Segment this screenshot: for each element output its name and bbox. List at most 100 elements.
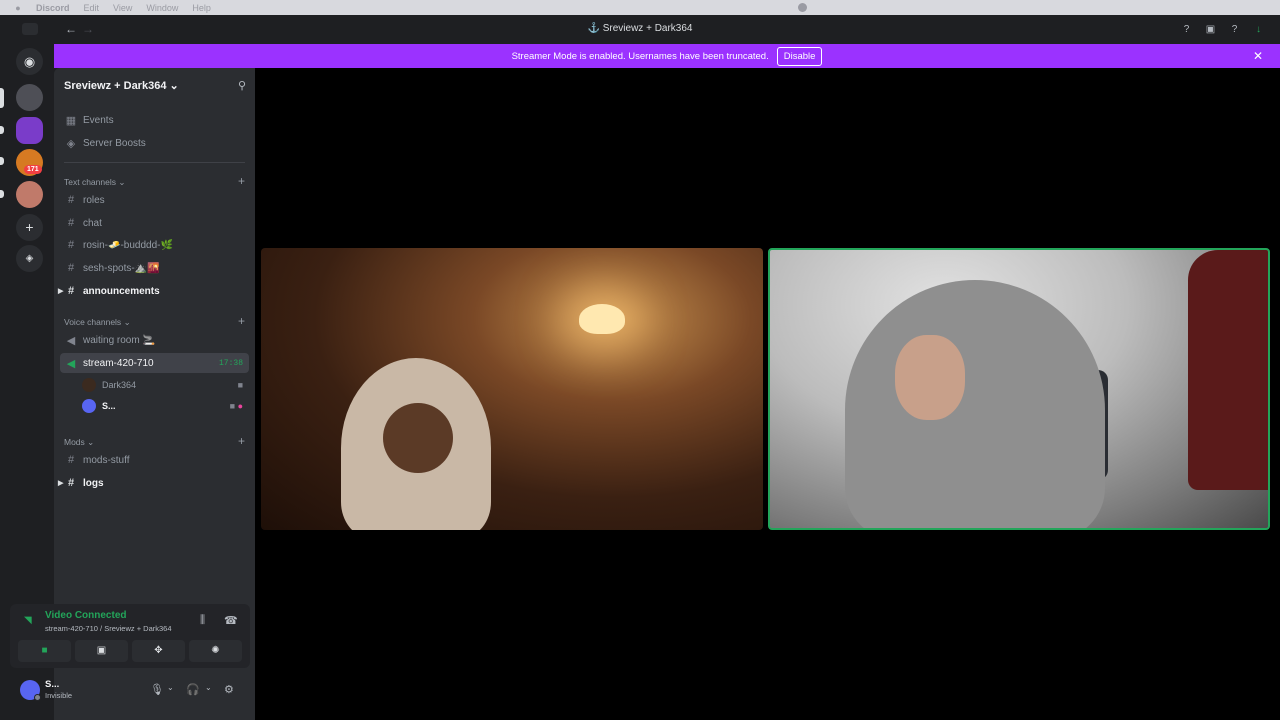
- unread-pill: [0, 126, 4, 134]
- video-frame-jacket: [1188, 250, 1268, 490]
- explore-compass-icon[interactable]: ◈: [16, 245, 43, 272]
- calendar-icon: ▦: [65, 114, 77, 127]
- add-server-icon[interactable]: +: [16, 214, 43, 241]
- category-mods[interactable]: Mods ⌄ +: [64, 435, 245, 448]
- chevron-down-icon: ⌄: [123, 317, 131, 327]
- add-member-icon[interactable]: ⚲: [238, 79, 246, 92]
- camera-icon: ■: [237, 380, 243, 390]
- camera-icon: ■ ●: [229, 401, 243, 411]
- chevron-down-icon[interactable]: ⌄: [205, 683, 212, 692]
- user-status: Invisible: [45, 691, 73, 700]
- add-channel-icon[interactable]: +: [238, 315, 245, 328]
- channel-mods-stuff[interactable]: # mods-stuff: [60, 450, 249, 470]
- caret-right-icon: ▶: [58, 288, 64, 295]
- streamer-mode-banner: Streamer Mode is enabled. Usernames have…: [54, 44, 1280, 68]
- hash-icon: #: [67, 477, 75, 489]
- category-text-channels[interactable]: Text channels ⌄ +: [64, 175, 245, 188]
- sidebar-item-server-boosts[interactable]: ◈ Server Boosts: [60, 133, 249, 153]
- server-title-icon: ⚓: [587, 23, 603, 34]
- selected-server-pill: [0, 88, 4, 108]
- camera-indicator-icon: [798, 3, 807, 12]
- voice-channel-stream[interactable]: ◀ stream-420-710 17:38: [60, 353, 249, 373]
- unread-pill: [0, 157, 4, 165]
- screen-share-button[interactable]: ▣: [75, 640, 128, 662]
- mention-badge: 171: [24, 165, 42, 174]
- add-channel-icon[interactable]: +: [238, 435, 245, 448]
- hash-icon: #: [67, 194, 75, 206]
- disable-button[interactable]: Disable: [776, 46, 823, 66]
- menu-help[interactable]: Help: [192, 3, 211, 13]
- voice-user-self[interactable]: S... ■ ●: [82, 396, 249, 416]
- channel-announcements[interactable]: ▶ # announcements: [58, 281, 249, 301]
- voice-user-dark364[interactable]: Dark364 ■: [82, 375, 249, 395]
- avatar: [82, 399, 96, 413]
- voice-channel-waiting-room[interactable]: ◀ waiting room 🚬: [60, 330, 249, 350]
- discord-home-icon[interactable]: ◉: [16, 48, 43, 75]
- sidebar-item-events[interactable]: ▦ Events: [60, 110, 249, 130]
- server-header[interactable]: Sreviewz + Dark364 ⌄: [64, 79, 179, 92]
- hash-icon: #: [67, 454, 75, 466]
- help-circle-icon[interactable]: ?: [1180, 23, 1193, 36]
- signal-icon[interactable]: ◥: [24, 615, 32, 626]
- speaker-icon: ◀: [66, 357, 76, 370]
- chevron-down-icon: ⌄: [118, 177, 126, 187]
- apple-icon[interactable]: ●: [12, 3, 24, 13]
- video-frame-lamp: [579, 304, 625, 334]
- call-timer: 17:38: [218, 358, 243, 368]
- menu-app[interactable]: Discord: [36, 3, 70, 13]
- caret-right-icon: ▶: [58, 480, 64, 487]
- disconnect-icon[interactable]: ☎: [224, 614, 238, 627]
- chevron-down-icon: ⌄: [87, 437, 95, 447]
- channel-rosin[interactable]: # rosin-🧈-budddd-🌿: [60, 235, 249, 255]
- help-icon[interactable]: ?: [1228, 23, 1241, 36]
- inbox-icon[interactable]: ▣: [1204, 23, 1217, 36]
- channel-sesh-spots[interactable]: # sesh-spots-⛰️🌇: [60, 258, 249, 278]
- voice-connection-panel: ◥ Video Connected stream-420-710 / Srevi…: [10, 604, 250, 668]
- connection-channel[interactable]: stream-420-710 / Sreviewz + Dark364: [45, 624, 172, 633]
- macos-menubar: ● Discord Edit View Window Help: [0, 0, 1280, 15]
- close-icon[interactable]: ✕: [1253, 49, 1263, 63]
- server-icon-leaf[interactable]: [16, 117, 43, 144]
- banner-text: Streamer Mode is enabled. Usernames have…: [511, 50, 769, 62]
- noise-suppression-icon[interactable]: ⫼: [200, 614, 205, 627]
- chevron-down-icon[interactable]: ⌄: [167, 683, 174, 692]
- connection-status[interactable]: Video Connected: [45, 610, 127, 621]
- activities-button[interactable]: ✥: [132, 640, 185, 662]
- channel-chat[interactable]: # chat: [60, 213, 249, 233]
- chevron-down-icon: ⌄: [169, 80, 179, 92]
- menu-window[interactable]: Window: [146, 3, 178, 13]
- add-channel-icon[interactable]: +: [238, 175, 245, 188]
- status-dot: [34, 694, 41, 701]
- download-icon[interactable]: ↓: [1252, 23, 1265, 36]
- channel-roles[interactable]: # roles: [60, 190, 249, 210]
- menu-edit[interactable]: Edit: [84, 3, 100, 13]
- video-tile-dark364[interactable]: [261, 248, 763, 530]
- headphones-icon[interactable]: 🎧: [186, 683, 200, 696]
- hash-icon: #: [67, 262, 75, 274]
- menu-view[interactable]: View: [113, 3, 132, 13]
- avatar: [82, 378, 96, 392]
- microphone-icon[interactable]: 🎙: [150, 683, 164, 696]
- hash-icon: #: [67, 285, 75, 297]
- settings-gear-icon[interactable]: ⚙: [224, 683, 234, 696]
- hash-icon: #: [67, 239, 75, 251]
- username[interactable]: S...: [45, 679, 59, 690]
- camera-button[interactable]: ■: [18, 640, 71, 662]
- video-frame-face: [895, 335, 965, 420]
- soundboard-button[interactable]: ✺: [189, 640, 242, 662]
- channel-logs[interactable]: ▶ # logs: [58, 473, 249, 493]
- divider: [64, 162, 245, 163]
- category-voice-channels[interactable]: Voice channels ⌄ +: [64, 315, 245, 328]
- unread-pill: [0, 190, 4, 198]
- video-tile-self[interactable]: [768, 248, 1270, 530]
- server-icon-avatar[interactable]: [16, 181, 43, 208]
- server-icon-sreviewz[interactable]: [16, 84, 43, 111]
- user-panel: S... Invisible 🎙 ⌄ 🎧 ⌄ ⚙: [10, 674, 250, 706]
- video-frame-face: [383, 403, 453, 473]
- activity-icon: ●: [237, 401, 243, 411]
- speaker-icon: ◀: [66, 334, 76, 347]
- hash-icon: #: [67, 217, 75, 229]
- title-bar: ← → ⚓ Sreviewz + Dark364 ? ▣ ? ↓: [0, 15, 1280, 44]
- window-title: ⚓ Sreviewz + Dark364: [587, 23, 693, 34]
- boost-icon: ◈: [66, 137, 76, 150]
